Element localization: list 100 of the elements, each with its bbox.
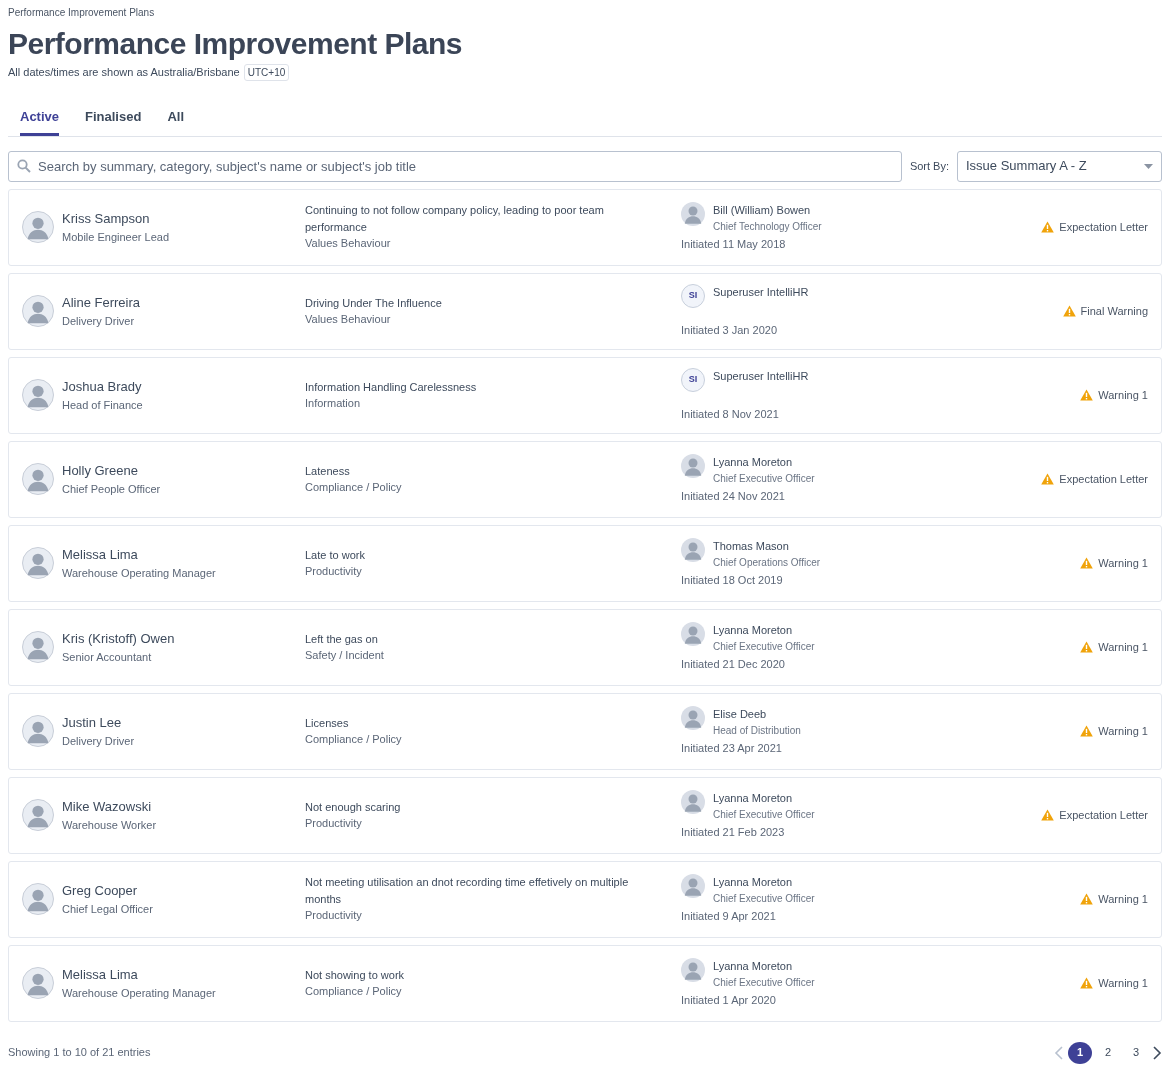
avatar-silhouette [22, 463, 54, 495]
tab[interactable]: Active [20, 103, 60, 136]
plan-card[interactable]: Mike Wazowski Warehouse Worker Not enough scaring Productivity Lyanna Moreton Chief Executive Officer Initiated 21 Feb 2023 Expectation Letter [8, 776, 1162, 854]
issue-category: Safety / Incident [305, 648, 385, 663]
sort-dropdown[interactable]: Issue Summary A - Z [957, 150, 1162, 182]
plan-card[interactable]: Justin Lee Delivery Driver Licenses Compliance / Policy Elise Deeb Head of Distribution Initiated 23 Apr 2021 Warning 1 [8, 692, 1162, 770]
page-button[interactable]: 3 [1124, 1041, 1148, 1064]
search-field[interactable]: Search by summary, category, subject's name or subject's job title [8, 150, 902, 182]
issue-category: Compliance / Policy [305, 732, 403, 747]
breadcrumb[interactable]: Performance Improvement Plans [8, 5, 1162, 20]
issue-category: Information [305, 396, 362, 411]
timezone-badge: UTC+10 [243, 64, 290, 81]
avatar-silhouette [22, 379, 54, 411]
caret-icon [1144, 163, 1153, 169]
subject-name: Aline Ferreira [62, 294, 141, 312]
avatar-silhouette [681, 454, 705, 478]
initiator-name: Lyanna Moreton [713, 959, 794, 974]
issue-summary: Late to work [305, 547, 366, 563]
initiator-job-title: Chief Executive Officer [713, 807, 815, 822]
initiator-name: Lyanna Moreton [713, 623, 794, 638]
outcome-label: Expectation Letter [1059, 807, 1148, 823]
outcome-label: Warning 1 [1098, 975, 1148, 991]
initiator-name: Thomas Mason [713, 539, 790, 554]
issue-category: Productivity [305, 908, 363, 924]
avatar-silhouette [681, 202, 705, 226]
avatar-silhouette [22, 547, 54, 579]
initiator-job-title: Head of Distribution [713, 723, 801, 738]
subject-name: Melissa Lima [62, 966, 139, 984]
avatar-silhouette [681, 958, 705, 982]
page-button[interactable]: 1 [1068, 1041, 1092, 1064]
entries-summary: Showing 1 to 10 of 21 entries [8, 1045, 151, 1061]
plan-card[interactable]: Kris (Kristoff) Owen Senior Accountant Left the gas on Safety / Incident Lyanna Moreton Chief Executive Officer Initiated 21 Dec 2020 Warning 1 [8, 608, 1162, 686]
initiator-name: Lyanna Moreton [713, 875, 794, 890]
avatar-silhouette [22, 631, 54, 663]
page-title: Performance Improvement Plans [8, 26, 463, 62]
outcome-label: Warning 1 [1098, 891, 1148, 907]
initiated-date: Initiated 24 Nov 2021 [681, 488, 786, 504]
avatar-silhouette [22, 715, 54, 747]
issue-summary: Not meeting utilisation an dnot recording time effetively on multiple months [305, 875, 630, 907]
warning-icon [1080, 893, 1094, 905]
avatar-silhouette [22, 967, 54, 999]
search-icon [17, 158, 31, 173]
initiated-date: Initiated 18 Oct 2019 [681, 572, 784, 588]
subject-name: Melissa Lima [62, 546, 139, 564]
plan-card[interactable]: Joshua Brady Head of Finance Information Handling Carelessness Information SI Superuser IntelliHR Initiated 8 Nov 2021 Warning 1 [8, 356, 1162, 434]
avatar-silhouette [681, 538, 705, 562]
initiated-date: Initiated 3 Jan 2020 [681, 322, 779, 338]
issue-category: Compliance / Policy [305, 984, 403, 999]
plan-card[interactable]: Greg Cooper Chief Legal Officer Not meeting utilisation an dnot recording time effetively on multiple months Productivity Lyanna Moreton Chief Executive Officer Initiated 9 Apr 2021 Warning 1 [8, 860, 1162, 938]
avatar-silhouette [681, 706, 705, 730]
tab[interactable]: All [167, 103, 184, 136]
next-page-button[interactable] [1152, 1045, 1162, 1060]
timezone-note: All dates/times are shown as Australia/Brisbane [8, 65, 240, 81]
avatar-silhouette [22, 883, 54, 915]
issue-summary: Driving Under The Influence [305, 295, 443, 311]
warning-icon [1041, 473, 1055, 485]
plan-card[interactable]: Melissa Lima Warehouse Operating Manager Not showing to work Compliance / Policy Lyanna Moreton Chief Executive Officer Initiated 1 Apr 2020 Warning 1 [8, 944, 1162, 1022]
plan-card[interactable]: Melissa Lima Warehouse Operating Manager Late to work Productivity Thomas Mason Chief Operations Officer Initiated 18 Oct 2019 Warning 1 [8, 524, 1162, 602]
warning-icon [1080, 725, 1094, 737]
warning-icon [1080, 389, 1094, 401]
subject-name: Holly Greene [62, 462, 139, 480]
initiator-name: Superuser IntelliHR [713, 284, 809, 300]
initiated-date: Initiated 1 Apr 2020 [681, 992, 777, 1008]
plan-card[interactable]: Aline Ferreira Delivery Driver Driving Under The Influence Values Behaviour SI Superuser IntelliHR Initiated 3 Jan 2020 Final Warning [8, 272, 1162, 350]
plan-card[interactable]: Holly Greene Chief People Officer Lateness Compliance / Policy Lyanna Moreton Chief Executive Officer Initiated 24 Nov 2021 Expectation Letter [8, 440, 1162, 518]
tab[interactable]: Finalised [85, 103, 142, 136]
avatar-silhouette [22, 295, 54, 327]
avatar-silhouette [22, 211, 54, 243]
warning-icon [1080, 557, 1094, 569]
subject-name: Justin Lee [62, 714, 123, 732]
initiator-name: Elise Deeb [713, 707, 768, 722]
warning-icon [1041, 221, 1055, 233]
page-button[interactable]: 2 [1096, 1041, 1120, 1064]
outcome-label: Final Warning [1080, 303, 1148, 319]
initiator-job-title: Chief Executive Officer [713, 471, 815, 486]
initiator-job-title: Chief Executive Officer [713, 975, 815, 990]
subject-name: Mike Wazowski [62, 798, 153, 816]
issue-category: Productivity [305, 564, 363, 579]
subject-job-title: Warehouse Operating Manager [62, 985, 216, 1001]
outcome-label: Expectation Letter [1059, 471, 1148, 487]
subject-job-title: Mobile Engineer Lead [62, 229, 170, 245]
subject-job-title: Chief Legal Officer [62, 901, 153, 917]
initiator-name: Superuser IntelliHR [713, 368, 809, 384]
initiator-job-title: Chief Executive Officer [713, 639, 815, 654]
initiated-date: Initiated 23 Apr 2021 [681, 740, 783, 756]
subject-job-title: Senior Accountant [62, 649, 153, 665]
initiator-job-title: Chief Operations Officer [713, 555, 821, 570]
issue-summary: Not enough scaring [305, 799, 402, 815]
plan-card[interactable] [8, 188, 1162, 266]
subject-job-title: Warehouse Operating Manager [62, 565, 216, 581]
subject-job-title: Warehouse Worker [62, 817, 157, 833]
avatar-silhouette [22, 799, 54, 831]
subject-job-title: Head of Finance [62, 397, 143, 413]
subject-name: Greg Cooper [62, 882, 139, 900]
initiated-date: Initiated 21 Feb 2023 [681, 824, 786, 840]
outcome-label: Warning 1 [1098, 387, 1148, 403]
issue-category: Compliance / Policy [305, 480, 403, 495]
initiated-date: Initiated 21 Dec 2020 [681, 656, 786, 672]
initials-avatar: SI [681, 367, 705, 392]
initiated-date: Initiated 11 May 2018 [681, 236, 787, 252]
